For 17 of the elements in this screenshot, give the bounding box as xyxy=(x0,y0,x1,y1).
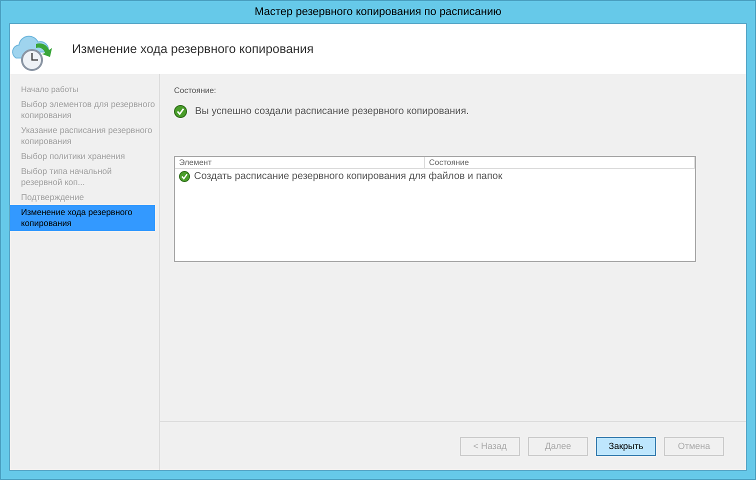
step-item[interactable]: Выбор политики хранения xyxy=(10,149,155,164)
step-item[interactable]: Указание расписания резервного копирования xyxy=(10,123,155,149)
status-label: Состояние: xyxy=(174,86,218,95)
success-check-icon xyxy=(179,171,190,182)
step-item[interactable]: Начало работы xyxy=(10,82,155,97)
success-message: Вы успешно создали расписание резервного копирования. xyxy=(195,106,469,117)
page-heading: Изменение хода резервного копирования xyxy=(72,42,314,56)
column-header[interactable]: Элемент xyxy=(175,157,425,169)
success-check-icon xyxy=(174,105,187,118)
wizard-button[interactable]: Закрыть xyxy=(596,436,656,456)
step-item[interactable]: Выбор типа начальной резервной коп... xyxy=(10,164,155,190)
table-cell: Создать расписание резервного копирования для файлов и папок xyxy=(194,171,502,182)
step-item[interactable]: Изменение хода резервного копирования xyxy=(10,205,155,231)
window-title: Мастер резервного копирования по расписанию xyxy=(254,6,502,18)
column-header[interactable]: Состояние xyxy=(425,157,695,169)
step-item[interactable]: Выбор элементов для резервного копирования xyxy=(10,97,155,123)
step-item[interactable]: Подтверждение xyxy=(10,190,155,205)
